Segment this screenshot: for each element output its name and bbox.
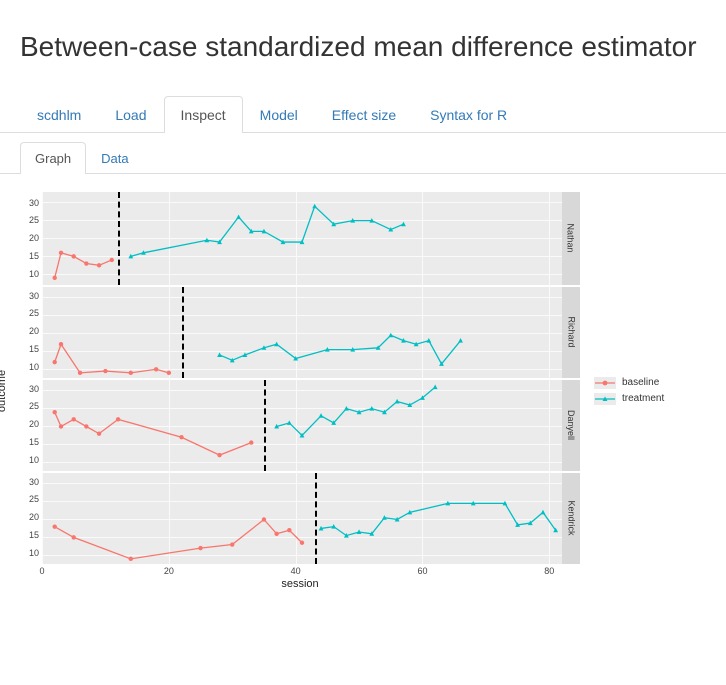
data-point bbox=[344, 406, 349, 411]
data-point bbox=[249, 440, 253, 444]
data-point bbox=[369, 406, 374, 411]
data-point bbox=[167, 370, 171, 374]
data-point bbox=[217, 452, 221, 456]
series-line-treatment bbox=[277, 387, 436, 435]
facet-label: Richard bbox=[566, 316, 576, 347]
data-point bbox=[129, 556, 133, 560]
data-point bbox=[458, 338, 463, 343]
data-point bbox=[110, 257, 114, 261]
data-point bbox=[72, 254, 76, 258]
data-point bbox=[230, 542, 234, 546]
facet-strip: Nathan bbox=[562, 192, 580, 285]
secondary-tabs: GraphData bbox=[0, 133, 726, 174]
facet-label: Danyell bbox=[566, 410, 576, 440]
plot-region bbox=[42, 378, 562, 471]
data-point bbox=[287, 528, 291, 532]
data-point bbox=[52, 409, 56, 413]
series-line-treatment bbox=[131, 206, 404, 256]
data-point bbox=[59, 424, 63, 428]
facet-label: Kendrick bbox=[566, 500, 576, 535]
facet-panel: 3025201510 Richard bbox=[20, 285, 580, 378]
data-point bbox=[274, 341, 279, 346]
data-point bbox=[300, 540, 304, 544]
legend: baseline treatment bbox=[594, 373, 664, 409]
series-line-baseline bbox=[55, 344, 169, 373]
data-point bbox=[72, 535, 76, 539]
facet-label: Nathan bbox=[566, 223, 576, 252]
data-point bbox=[84, 261, 88, 265]
facet-panel: 3025201510 Kendrick bbox=[20, 471, 580, 564]
x-axis-label: session bbox=[20, 578, 580, 590]
data-point bbox=[388, 332, 393, 337]
tab-load[interactable]: Load bbox=[98, 96, 163, 133]
legend-swatch bbox=[594, 377, 616, 389]
data-point bbox=[541, 509, 546, 514]
facet-panel: 3025201510 Danyell bbox=[20, 378, 580, 471]
y-axis-label: outcome bbox=[0, 369, 8, 411]
y-axis-ticks: 3025201510 bbox=[20, 192, 42, 285]
data-point bbox=[198, 545, 202, 549]
facet-strip: Kendrick bbox=[562, 471, 580, 564]
data-point bbox=[97, 263, 101, 267]
facet-strip: Danyell bbox=[562, 378, 580, 471]
data-point bbox=[319, 413, 324, 418]
series-line-treatment bbox=[220, 335, 461, 364]
series-line-baseline bbox=[55, 519, 302, 558]
tab-effect-size[interactable]: Effect size bbox=[315, 96, 413, 133]
series-line-baseline bbox=[55, 252, 112, 277]
subtab-data[interactable]: Data bbox=[86, 142, 143, 174]
tab-scdhlm[interactable]: scdhlm bbox=[20, 96, 98, 133]
data-point bbox=[236, 214, 241, 219]
data-point bbox=[395, 398, 400, 403]
data-point bbox=[52, 524, 56, 528]
data-point bbox=[59, 250, 63, 254]
y-axis-ticks: 3025201510 bbox=[20, 471, 42, 564]
data-point bbox=[78, 370, 82, 374]
plot-region bbox=[42, 285, 562, 378]
data-point bbox=[312, 203, 317, 208]
primary-tabs: scdhlmLoadInspectModelEffect sizeSyntax … bbox=[0, 95, 726, 133]
data-point bbox=[52, 275, 56, 279]
series-line-treatment bbox=[321, 503, 556, 535]
data-point bbox=[72, 417, 76, 421]
x-axis-ticks: 020406080 bbox=[42, 564, 562, 576]
data-point bbox=[129, 370, 133, 374]
data-point bbox=[52, 359, 56, 363]
data-point bbox=[97, 431, 101, 435]
data-point bbox=[287, 420, 292, 425]
y-axis-ticks: 3025201510 bbox=[20, 378, 42, 471]
legend-item-treatment: treatment bbox=[594, 393, 664, 405]
subtab-graph[interactable]: Graph bbox=[20, 142, 86, 174]
data-point bbox=[274, 531, 278, 535]
facet-strip: Richard bbox=[562, 285, 580, 378]
tab-inspect[interactable]: Inspect bbox=[164, 96, 243, 133]
data-point bbox=[103, 368, 107, 372]
data-point bbox=[84, 424, 88, 428]
legend-label: treatment bbox=[622, 393, 664, 404]
facet-panel: 3025201510 Nathan bbox=[20, 192, 580, 285]
chart-panels: outcome 3025201510Nathan3025201510Richar… bbox=[20, 192, 580, 590]
data-point bbox=[262, 517, 266, 521]
data-point bbox=[116, 417, 120, 421]
data-point bbox=[433, 384, 438, 389]
series-line-baseline bbox=[55, 412, 252, 455]
data-point bbox=[401, 221, 406, 226]
legend-item-baseline: baseline bbox=[594, 377, 664, 389]
tab-model[interactable]: Model bbox=[243, 96, 315, 133]
plot-region bbox=[42, 192, 562, 285]
data-point bbox=[59, 342, 63, 346]
y-axis-ticks: 3025201510 bbox=[20, 285, 42, 378]
plot-region bbox=[42, 471, 562, 564]
data-point bbox=[217, 352, 222, 357]
chart-area: outcome 3025201510 Nathan 3025201510 Richar… bbox=[0, 174, 726, 600]
data-point bbox=[154, 367, 158, 371]
legend-swatch bbox=[594, 393, 616, 405]
tab-syntax-for-r[interactable]: Syntax for R bbox=[413, 96, 524, 133]
data-point bbox=[179, 435, 183, 439]
data-point bbox=[426, 338, 431, 343]
legend-label: baseline bbox=[622, 377, 659, 388]
page-title: Between-case standardized mean differenc… bbox=[0, 19, 726, 76]
